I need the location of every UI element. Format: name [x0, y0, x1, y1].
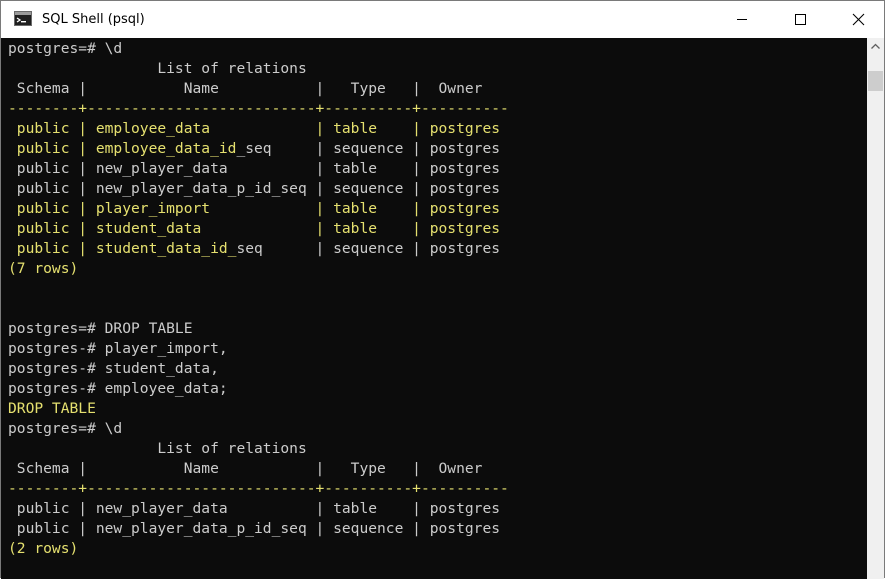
terminal-line: postgres-# player_import, [8, 339, 509, 359]
scroll-up-arrow-icon[interactable] [867, 38, 884, 55]
terminal-line: --------+--------------------------+----… [8, 479, 509, 499]
terminal-line: postgres=# DROP TABLE [8, 319, 509, 339]
terminal-line [8, 279, 509, 299]
scrollbar-thumb[interactable] [868, 71, 883, 91]
terminal-line: DROP TABLE [8, 399, 509, 419]
terminal-line: public | new_player_data_p_id_seq | sequ… [8, 519, 509, 539]
terminal-line: Schema | Name | Type | Owner [8, 459, 509, 479]
terminal-line [8, 299, 509, 319]
terminal-app-icon[interactable] [14, 11, 32, 26]
terminal-line: public | employee_data_id_seq | sequence… [8, 139, 509, 159]
terminal-line: public | employee_data | table | postgre… [8, 119, 509, 139]
terminal-line: List of relations [8, 59, 509, 79]
window-title: SQL Shell (psql) [42, 11, 145, 29]
terminal-line: postgres-# student_data, [8, 359, 509, 379]
terminal-line: public | new_player_data_p_id_seq | sequ… [8, 179, 509, 199]
title-bar[interactable]: SQL Shell (psql) [1, 1, 884, 38]
terminal-line: public | new_player_data | table | postg… [8, 159, 509, 179]
terminal-line: (7 rows) [8, 259, 509, 279]
maximize-button[interactable] [771, 1, 829, 38]
close-icon [829, 1, 885, 38]
terminal-line: --------+--------------------------+----… [8, 99, 509, 119]
vertical-scrollbar[interactable] [867, 38, 884, 579]
minimize-icon [713, 1, 771, 38]
terminal-lines: postgres=# \d List of relations Schema |… [8, 39, 509, 559]
terminal-line: public | new_player_data | table | postg… [8, 499, 509, 519]
terminal-line: Schema | Name | Type | Owner [8, 79, 509, 99]
maximize-icon [771, 1, 829, 38]
terminal-output-area[interactable]: postgres=# \d List of relations Schema |… [1, 38, 867, 579]
terminal-line: public | player_import | table | postgre… [8, 199, 509, 219]
close-button[interactable] [829, 1, 885, 38]
terminal-line: postgres=# \d [8, 419, 509, 439]
terminal-line-segment: public | student_data_id_ [8, 240, 236, 257]
sql-shell-window: SQL Shell (psql) postgres=# \d List of r… [0, 0, 885, 578]
terminal-line-segment: _seq | sequence | postgres [236, 140, 500, 157]
terminal-line-segment: public | employee_data_id [8, 140, 236, 157]
terminal-line: public | student_data_id_seq | sequence … [8, 239, 509, 259]
terminal-line: public | student_data | table | postgres [8, 219, 509, 239]
terminal-line-segment: seq | sequence | postgres [236, 240, 500, 257]
minimize-button[interactable] [713, 1, 771, 38]
terminal-line: (2 rows) [8, 539, 509, 559]
terminal-line: postgres=# \d [8, 39, 509, 59]
terminal-line: List of relations [8, 439, 509, 459]
terminal-line: postgres-# employee_data; [8, 379, 509, 399]
